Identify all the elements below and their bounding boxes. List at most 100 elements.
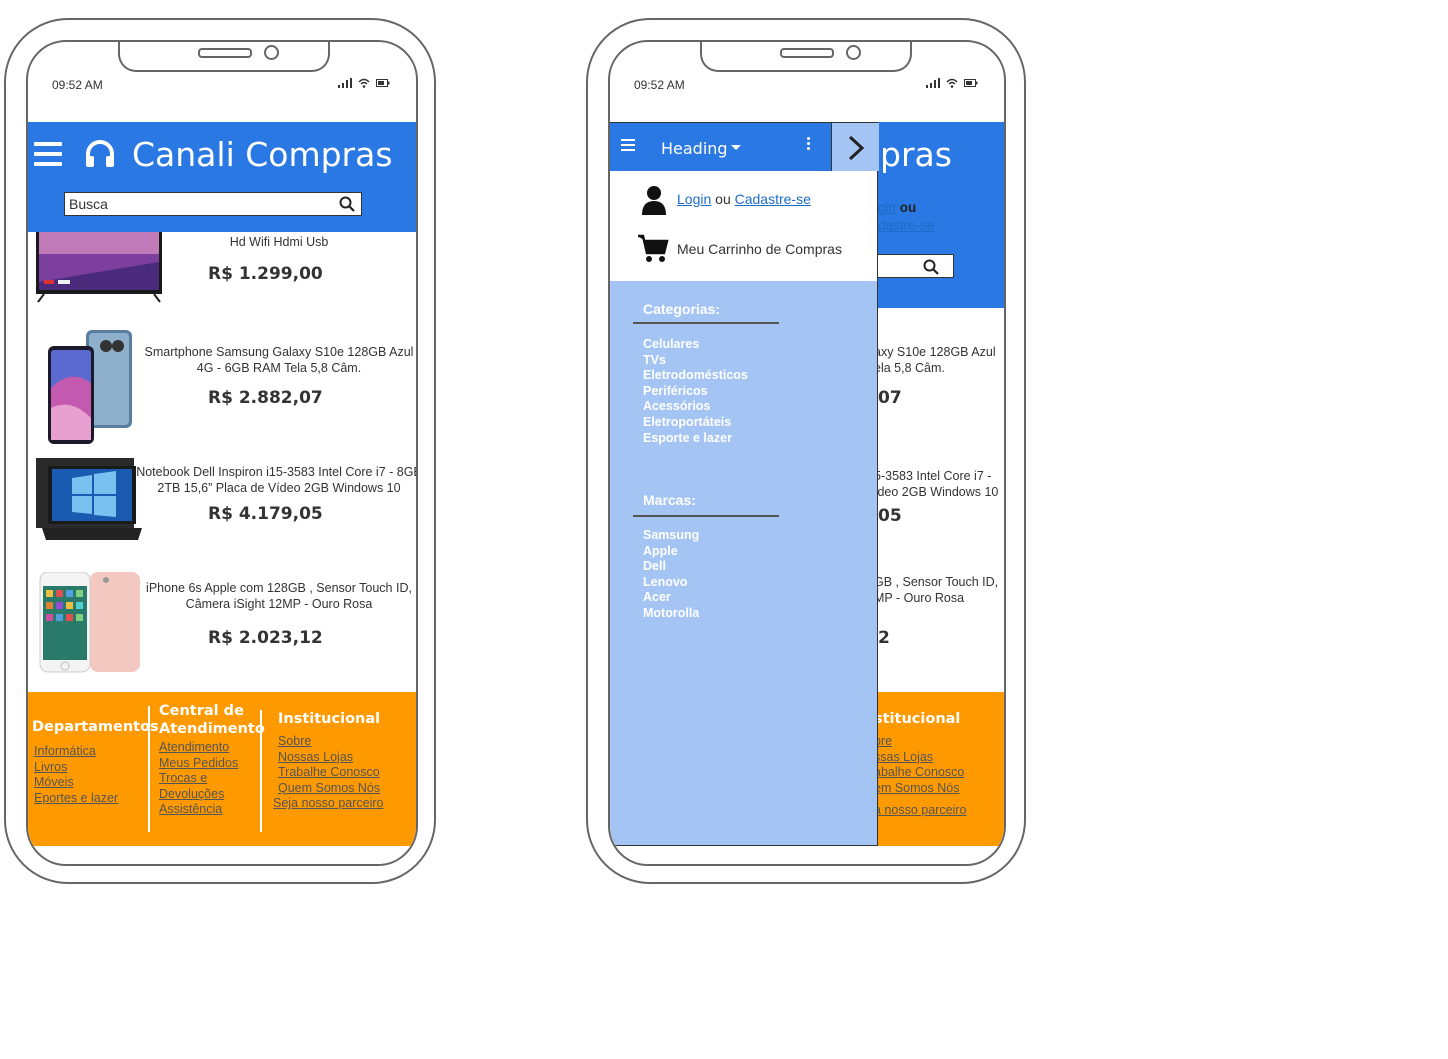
footer-link[interactable]: em Somos Nós [874,781,966,797]
category-item[interactable]: Eletroportáteis [643,415,748,431]
battery-icon [376,79,390,87]
camera-icon [264,45,279,60]
category-item[interactable]: Eletrodomésticos [643,368,748,384]
product-name-line: axy S10e 128GB Azul [874,345,996,359]
product-price: 07 [878,388,902,408]
phone-frame-home: 09:52 AM Canali Compras Busca Hd Wifi Hd… [4,18,436,884]
product-name[interactable]: Smartphone Samsung Galaxy S10e 128GB Azu… [136,344,416,376]
speaker-icon [780,48,834,58]
phone-screen-home: 09:52 AM Canali Compras Busca Hd Wifi Hd… [26,40,418,866]
categorias-title: Categorias: [643,301,721,317]
smartphone-image [48,330,132,444]
menu-icon[interactable] [34,142,62,172]
footer-link[interactable]: Quem Somos Nós [278,781,383,797]
status-time: 09:52 AM [634,78,685,92]
footer-link[interactable]: Trocas e [159,771,265,787]
brand-item[interactable]: Dell [643,559,699,575]
footer-link[interactable]: abalhe Conosco [874,765,966,781]
product-name: GB , Sensor Touch ID, MP - Ouro Rosa [874,574,1004,606]
status-icons [338,78,390,91]
footer-heading: Central de [159,703,244,719]
brand-item[interactable]: Samsung [643,528,699,544]
footer-heading: Atendimento [159,721,265,737]
side-drawer: Heading Login ou Cadastre-se Meu Carrinh… [610,122,879,846]
product-list: Hd Wifi Hdmi Usb R$ 1.299,00 Smartphone [28,232,416,692]
footer-link[interactable]: Devoluções [159,787,265,803]
cart-link[interactable]: Meu Carrinho de Compras [677,241,842,257]
footer-link[interactable]: Assistência [159,802,265,818]
drawer-account-section: Login ou Cadastre-se Meu Carrinho de Com… [610,171,877,281]
category-item[interactable]: Celulares [643,337,748,353]
footer-link[interactable]: Sobre [278,734,383,750]
product-name[interactable]: Notebook Dell Inspiron i15-3583 Intel Co… [136,464,416,496]
close-drawer-button[interactable] [831,123,879,171]
product-name: axy S10e 128GB Azul ela 5,8 Câm. [874,344,1004,376]
footer-link[interactable]: Móveis [34,775,159,791]
cadastre-link[interactable]: Cadastre-se [735,191,811,207]
iphone-image [39,572,140,673]
brand-item[interactable]: Motorolla [643,606,699,622]
brand-item[interactable]: Acer [643,590,699,606]
search-input[interactable] [69,194,329,214]
header-login: gin ou [878,200,916,215]
phone-notch [118,42,330,72]
product-name[interactable]: Hd Wifi Hdmi Usb [136,234,416,250]
camera-icon [846,45,861,60]
phone-frame-menu: 09:52 AM pras gin ou dastre-se axy S10e … [586,18,1026,884]
footer-link[interactable]: Nossas Lojas [278,750,383,766]
product-name[interactable]: iPhone 6s Apple com 128GB , Sensor Touch… [136,580,416,612]
footer-link[interactable]: ssas Lojas [874,750,966,766]
footer-departamentos: Departamentos Informática Livros Móveis … [32,718,159,806]
laptop-image [36,458,142,540]
footer-heading: Institucional [278,711,381,727]
footer-institucional: stitucional bre ssas Lojas abalhe Conosc… [874,710,966,819]
home-content: Canali Compras Busca Hd Wifi Hdmi Usb R$… [28,122,416,846]
ou-text: ou [715,191,731,207]
footer-link[interactable]: Eportes e lazer [34,791,159,807]
phone-screen-menu: 09:52 AM pras gin ou dastre-se axy S10e … [608,40,1006,866]
chevron-down-icon[interactable] [731,145,741,150]
product-name-line: MP - Ouro Rosa [874,591,965,605]
brand-item[interactable]: Lenovo [643,575,699,591]
shopping-cart-icon [638,234,669,262]
footer-link[interactable]: Seja nosso parceiro [273,796,383,812]
footer-link[interactable]: Atendimento [159,740,265,756]
category-item[interactable]: Acessórios [643,399,748,415]
login-line: Login ou Cadastre-se [677,191,811,207]
footer-heading: Departamentos [32,719,159,735]
footer-link[interactable]: Trabalhe Conosco [278,765,383,781]
product-name-line: ela 5,8 Câm. [874,361,945,375]
search-icon[interactable] [339,196,355,212]
product-name: 5-3583 Intel Core i7 - ídeo 2GB Windows … [874,468,1004,500]
drawer-app-bar: Heading [610,123,879,171]
footer-divider [260,710,262,832]
cadastre-link[interactable]: dastre-se [878,218,934,233]
more-vertical-icon[interactable] [807,137,811,152]
drawer-heading[interactable]: Heading [661,139,728,158]
phone-notch [700,42,912,72]
footer-link[interactable]: Meus Pedidos [159,756,265,772]
signal-icon [926,78,941,88]
category-item[interactable]: Periféricos [643,384,748,400]
search-bar[interactable] [64,192,362,216]
footer-link[interactable]: Livros [34,760,159,776]
speaker-icon [198,48,252,58]
footer-link[interactable]: bre [874,734,966,750]
section-divider [633,515,779,517]
menu-icon[interactable] [621,139,635,154]
category-item[interactable]: TVs [643,353,748,369]
search-icon[interactable] [923,259,939,275]
login-link[interactable]: Login [677,191,711,207]
wifi-icon [358,78,370,88]
app-header: Canali Compras [28,122,416,232]
product-price: R$ 2.882,07 [208,388,323,408]
footer-divider [148,706,150,832]
footer-link[interactable]: Informática [34,744,159,760]
category-item[interactable]: Esporte e lazer [643,431,748,447]
login-link[interactable]: gin [878,200,896,215]
footer-link[interactable]: a nosso parceiro [874,803,966,819]
footer-institucional: Institucional Sobre Nossas Lojas Trabalh… [273,710,383,812]
brand-item[interactable]: Apple [643,544,699,560]
product-name-line: GB , Sensor Touch ID, [874,575,999,589]
product-price: R$ 1.299,00 [208,264,323,284]
